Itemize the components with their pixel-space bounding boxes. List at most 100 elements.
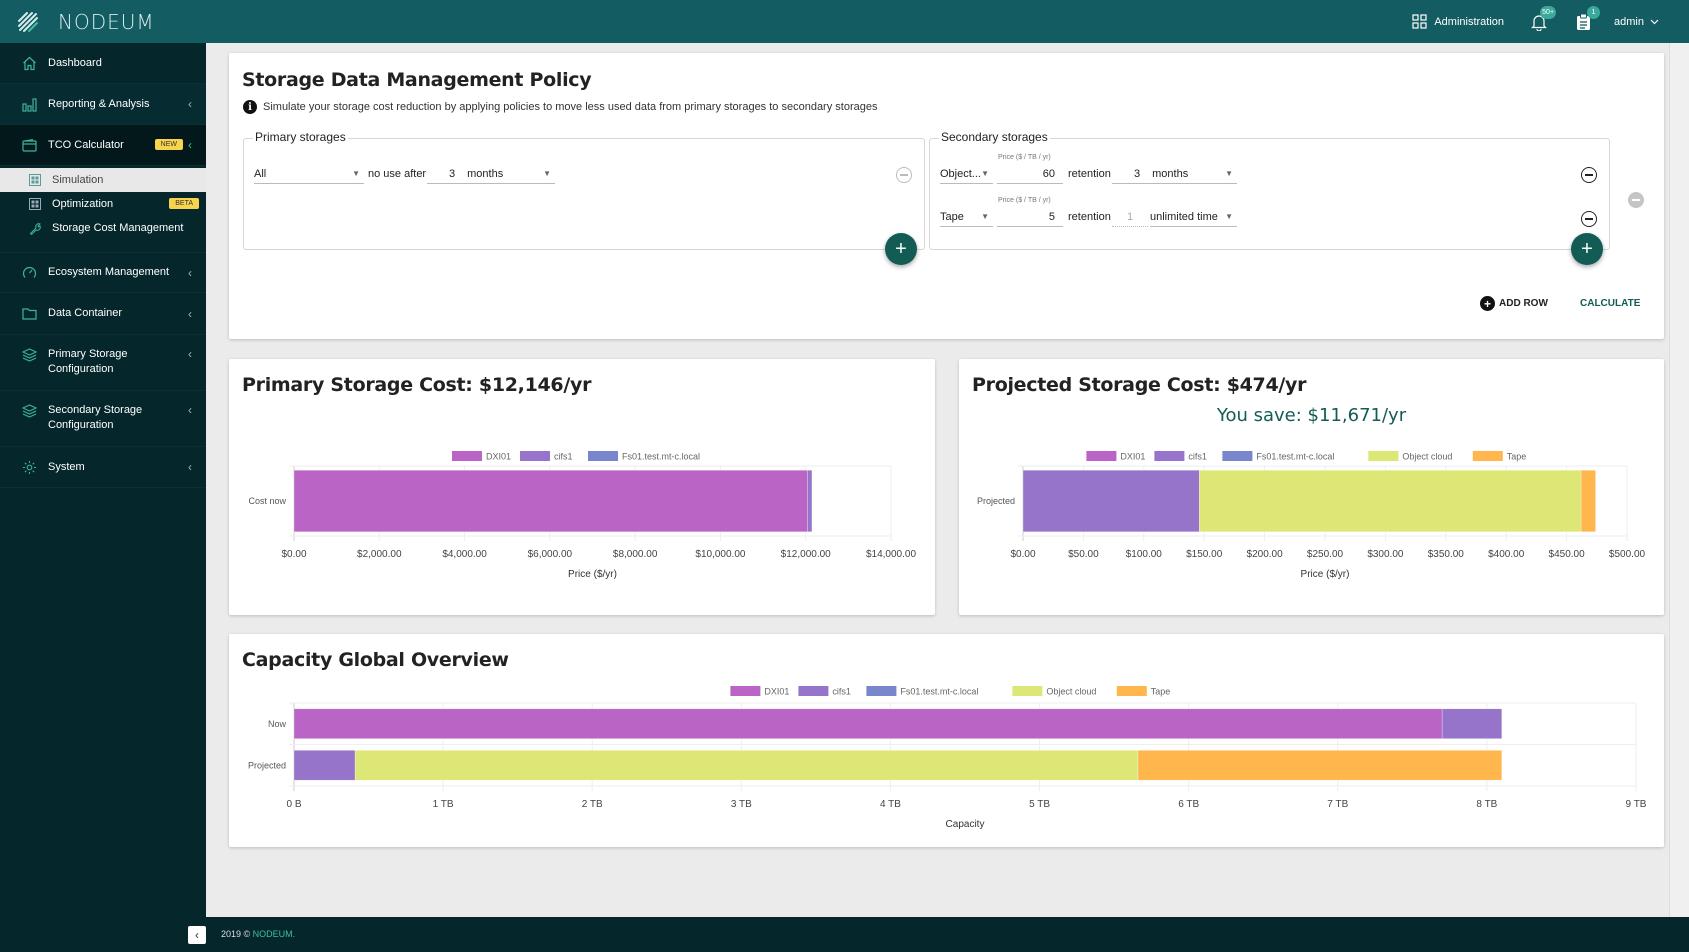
sidebar-item-secondary-storage-configuration[interactable]: Secondary Storage Configuration ‹: [0, 391, 206, 447]
bar-segment-object-cloud[interactable]: [1199, 469, 1582, 533]
administration-label: Administration: [1434, 15, 1505, 28]
new-badge: NEW: [154, 139, 183, 150]
sidebar-item-system[interactable]: System ‹: [0, 447, 206, 488]
sidebar-item-primary-storage-configuration[interactable]: Primary Storage Configuration ‹: [0, 335, 206, 391]
calculate-button[interactable]: CALCULATE: [1580, 298, 1640, 309]
logo[interactable]: NODEUM: [0, 0, 155, 43]
secondary-storages-group: Secondary storages Price ($ / TB / yr) O…: [929, 130, 1610, 265]
sidebar-item-label: Data Container: [48, 307, 122, 319]
chevron-left-icon: ‹: [188, 347, 192, 361]
grid-icon: [1412, 14, 1427, 29]
folder-icon: [21, 306, 37, 322]
sidebar-item-reporting[interactable]: Reporting & Analysis ‹: [0, 84, 206, 125]
sidebar-subitem-storage-cost-management[interactable]: Storage Cost Management: [0, 216, 206, 240]
sidebar-item-label: Reporting & Analysis: [48, 97, 150, 110]
wallet-icon: [21, 137, 37, 153]
add-secondary-row-button[interactable]: +: [1571, 233, 1603, 265]
dropdown-arrow-icon: ▼: [981, 212, 989, 221]
legend-item[interactable]: cifs1: [520, 451, 573, 462]
add-row-label: ADD ROW: [1499, 298, 1548, 309]
legend-item[interactable]: Object cloud: [1368, 451, 1452, 462]
remove-row-button[interactable]: [896, 167, 912, 183]
legend-item[interactable]: cifs1: [798, 686, 851, 697]
sidebar-item-dashboard[interactable]: Dashboard: [0, 43, 206, 84]
sidebar-item-ecosystem-management[interactable]: Ecosystem Management ‹: [0, 252, 206, 293]
x-tick-label: 1 TB: [433, 799, 454, 810]
secondary-storage-select-2[interactable]: Tape ▼: [940, 207, 993, 227]
sidebar-item-data-container[interactable]: Data Container ‹: [0, 293, 206, 335]
legend-label: cifs1: [554, 452, 573, 462]
bar-segment-cifs1[interactable]: [293, 750, 356, 781]
x-tick-label: $200.00: [1247, 549, 1284, 560]
secondary-storages-legend: Secondary storages: [939, 130, 1050, 144]
x-tick-label: $150.00: [1186, 549, 1223, 560]
user-menu[interactable]: admin: [1614, 16, 1659, 28]
x-axis-title: Price ($/yr): [568, 569, 617, 580]
retention-amount-input-2[interactable]: 1: [1112, 207, 1148, 227]
remove-policy-button[interactable]: [1628, 192, 1644, 208]
bar-segment-dxi01[interactable]: [293, 708, 1443, 739]
x-tick-label: $50.00: [1068, 549, 1099, 560]
sidebar-subitem-label: Simulation: [52, 174, 104, 186]
notifications-badge: 50+: [1540, 5, 1557, 19]
home-icon: [21, 55, 37, 71]
legend-item[interactable]: DXI01: [730, 686, 789, 697]
administration-link[interactable]: Administration: [1412, 14, 1504, 29]
primary-period-select[interactable]: 3 months ▼: [427, 164, 555, 184]
legend-swatch: [1012, 686, 1043, 696]
bar-segment-cifs1[interactable]: [1441, 708, 1503, 739]
legend-item[interactable]: DXI01: [452, 451, 511, 462]
chevron-left-icon: ‹: [188, 460, 192, 474]
chevron-left-icon: ‹: [188, 306, 192, 321]
legend-item[interactable]: Fs01.test.mt-c.local: [588, 451, 700, 462]
legend-swatch: [1154, 451, 1185, 461]
legend-item[interactable]: DXI01: [1086, 451, 1145, 462]
primary-storage-select[interactable]: All ▼: [254, 164, 364, 184]
remove-row-button[interactable]: [1581, 167, 1597, 183]
sidebar-subitem-optimization[interactable]: Optimization BETA: [0, 192, 206, 216]
retention-select-2[interactable]: unlimited time ▼: [1150, 207, 1237, 227]
bar-segment-tape[interactable]: [1580, 469, 1596, 533]
tasks-button[interactable]: 1: [1570, 5, 1601, 35]
bar-segment-cifs1[interactable]: [1022, 469, 1200, 533]
retention-unit: months: [1152, 167, 1189, 180]
x-tick-label: $10,000.00: [695, 549, 745, 560]
bar-segment-object-cloud[interactable]: [354, 750, 1139, 781]
retention-select-1[interactable]: 3 months ▼: [1112, 164, 1237, 184]
notifications-button[interactable]: 50+: [1526, 5, 1557, 35]
bar-segment-cifs1[interactable]: [807, 469, 813, 533]
policy-info: i Simulate your storage cost reduction b…: [243, 100, 877, 114]
sidebar-item-label: TCO Calculator: [48, 138, 124, 151]
add-row-button[interactable]: + ADD ROW: [1480, 296, 1548, 311]
add-primary-row-button[interactable]: +: [885, 233, 917, 265]
legend-item[interactable]: cifs1: [1154, 451, 1207, 462]
footer-brand-link[interactable]: NODEUM.: [253, 929, 296, 939]
beta-badge: BETA: [169, 198, 199, 209]
legend-item[interactable]: Fs01.test.mt-c.local: [1222, 451, 1334, 462]
sidebar: Dashboard Reporting & Analysis ‹ TCO Cal…: [0, 43, 206, 917]
remove-row-button[interactable]: [1581, 211, 1597, 227]
legend-label: Tape: [1507, 452, 1527, 462]
primary-storages-legend: Primary storages: [253, 130, 348, 144]
info-icon: i: [243, 100, 257, 114]
projected-cost-chart: DXI01 cifs1 Fs01.test.mt-c.local Object clo…: [977, 451, 1646, 580]
retention-amount: 1: [1126, 210, 1134, 223]
bar-segment-dxi01[interactable]: [293, 469, 808, 533]
secondary-storage-select-1[interactable]: Object... ▼: [940, 164, 993, 184]
sidebar-subitem-simulation[interactable]: Simulation: [0, 168, 206, 192]
capacity-card: Capacity Global Overview DXI01 cifs1 Fs01.…: [229, 634, 1664, 847]
legend-item[interactable]: Fs01.test.mt-c.local: [866, 686, 978, 697]
bar-segment-tape[interactable]: [1137, 750, 1503, 781]
legend-item[interactable]: Tape: [1116, 686, 1171, 697]
x-tick-label: $12,000.00: [781, 549, 831, 560]
legend-item[interactable]: Object cloud: [1012, 686, 1096, 697]
price-input-1[interactable]: 60: [997, 164, 1063, 184]
collapse-sidebar-button[interactable]: ‹: [188, 926, 206, 944]
page-scrollbar[interactable]: [1669, 43, 1689, 917]
period-amount: 3: [449, 167, 456, 180]
price-input-2[interactable]: 5: [997, 207, 1063, 227]
chevron-left-icon: ‹: [188, 403, 192, 417]
x-tick-label: $0.00: [1010, 549, 1035, 560]
sidebar-item-tco-calculator[interactable]: TCO Calculator NEW ‹: [0, 125, 206, 166]
legend-item[interactable]: Tape: [1472, 451, 1527, 462]
